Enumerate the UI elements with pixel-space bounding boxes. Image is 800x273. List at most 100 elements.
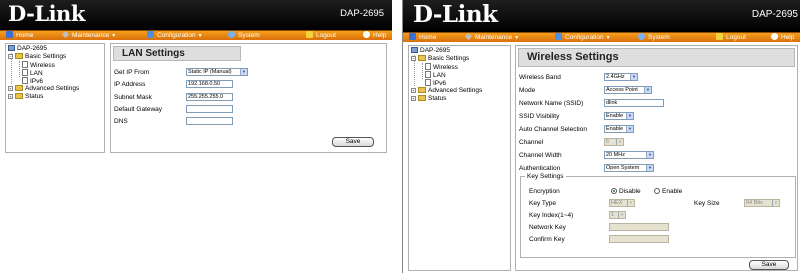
default-gateway-input[interactable] (186, 105, 233, 113)
page-title: LAN Settings (113, 46, 241, 61)
menu-help[interactable]: Help (771, 33, 794, 43)
expand-icon: + (411, 96, 416, 101)
encryption-enable-radio[interactable]: Enable (654, 187, 682, 196)
page-icon (425, 63, 431, 70)
tree-item-root[interactable]: DAP-2695 (8, 45, 47, 53)
menu-maintenance[interactable]: Maintenance ▼ (465, 33, 519, 43)
tree-line (19, 61, 20, 77)
menu-configuration[interactable]: Configuration ▼ (147, 31, 203, 41)
save-button[interactable]: Save (332, 137, 374, 147)
system-icon (228, 31, 235, 38)
key-type-select[interactable]: HEX ▼ (609, 199, 635, 207)
header-bar: D-Link DAP-2695 (403, 0, 800, 32)
lan-settings-window: D-Link DAP-2695 Home Maintenance ▼ Config… (0, 0, 392, 158)
navigation-tree: DAP-2695 − Basic Settings Wireless LAN IP… (408, 45, 511, 271)
folder-icon (418, 95, 426, 101)
device-icon (8, 45, 15, 51)
get-ip-label: Get IP From (114, 69, 150, 76)
menu-system[interactable]: System (638, 33, 670, 43)
help-icon (771, 33, 778, 40)
chevron-down-icon: ▼ (626, 126, 633, 132)
chevron-down-icon: ▼ (646, 152, 653, 158)
default-gateway-label: Default Gateway (114, 106, 163, 113)
auto-channel-select[interactable]: Enable ▼ (604, 125, 634, 133)
menu-logout[interactable]: Logout (306, 31, 336, 41)
tree-item-status[interactable]: + Status (8, 93, 43, 101)
channel-width-select[interactable]: 20 MHz ▼ (604, 151, 654, 159)
ssid-visibility-select[interactable]: Enable ▼ (604, 112, 634, 120)
key-index-select[interactable]: 1 ▼ (609, 211, 626, 219)
tree-item-advanced-settings[interactable]: + Advanced Settings (411, 87, 482, 95)
chevron-down-icon: ▼ (627, 200, 634, 206)
chevron-down-icon: ▼ (646, 165, 653, 171)
expand-icon: + (8, 86, 13, 91)
dropdown-arrow-icon: ▼ (605, 35, 611, 41)
wireless-settings-content: Wireless Settings Wireless Band 2.4GHz ▼ … (515, 45, 798, 271)
dns-input[interactable] (186, 117, 233, 125)
chevron-down-icon: ▼ (616, 139, 623, 145)
tree-item-basic-settings[interactable]: − Basic Settings (411, 55, 469, 63)
subnet-mask-input[interactable]: 255.255.255.0 (186, 93, 233, 101)
logout-icon (306, 31, 313, 38)
ip-address-input[interactable]: 192.168.0.50 (186, 80, 233, 88)
home-icon (6, 31, 13, 38)
page-icon (22, 69, 28, 76)
device-icon (411, 47, 418, 53)
menu-system[interactable]: System (228, 31, 260, 41)
dropdown-arrow-icon: ▼ (197, 33, 203, 39)
subnet-mask-label: Subnet Mask (114, 94, 152, 101)
menu-configuration[interactable]: Configuration ▼ (555, 33, 611, 43)
model-name: DAP-2695 (340, 8, 384, 19)
authentication-select[interactable]: Open System ▼ (604, 164, 654, 172)
dlink-logo: D-Link (413, 1, 498, 28)
encryption-disable-radio[interactable]: Disable (611, 187, 641, 196)
save-button[interactable]: Save (749, 260, 789, 270)
auto-channel-label: Auto Channel Selection (519, 126, 587, 133)
menu-bar: Home Maintenance ▼ Configuration ▼ System … (403, 32, 800, 42)
menu-logout[interactable]: Logout (716, 33, 746, 43)
network-key-label: Network Key (529, 224, 566, 231)
key-size-select[interactable]: 64 Bits ▼ (744, 199, 780, 207)
configuration-icon (147, 31, 154, 38)
menu-home[interactable]: Home (409, 33, 436, 43)
page-icon (22, 77, 28, 84)
get-ip-select[interactable]: Static IP (Manual) ▼ (186, 68, 248, 76)
folder-icon (15, 85, 23, 91)
page-title: Wireless Settings (518, 48, 795, 67)
network-key-input[interactable] (609, 223, 669, 231)
wireless-band-select[interactable]: 2.4GHz ▼ (604, 73, 638, 81)
ssid-label: Network Name (SSID) (519, 100, 584, 107)
mode-select[interactable]: Access Point ▼ (604, 86, 652, 94)
radio-selected-icon (611, 188, 617, 194)
menu-home[interactable]: Home (6, 31, 33, 41)
ip-address-label: IP Address (114, 81, 146, 88)
channel-select[interactable]: 6 ▼ (604, 138, 624, 146)
tree-item-root[interactable]: DAP-2695 (411, 47, 450, 55)
navigation-tree: DAP-2695 − Basic Settings Wireless LAN IP… (5, 43, 105, 153)
menu-bar: Home Maintenance ▼ Configuration ▼ System … (0, 30, 392, 40)
wrench-icon (62, 31, 69, 38)
chevron-down-icon: ▼ (240, 69, 247, 75)
collapse-icon: − (411, 56, 416, 61)
system-icon (638, 33, 645, 40)
folder-icon (418, 87, 426, 93)
chevron-down-icon: ▼ (630, 74, 637, 80)
tree-item-basic-settings[interactable]: − Basic Settings (8, 53, 66, 61)
key-settings-legend: Key Settings (525, 173, 566, 180)
header-bar: D-Link DAP-2695 (0, 0, 392, 30)
ssid-input[interactable]: dlink (604, 99, 664, 107)
chevron-down-icon: ▼ (772, 200, 779, 206)
help-icon (363, 31, 370, 38)
confirm-key-input[interactable] (609, 235, 669, 243)
tree-line (422, 63, 423, 79)
key-size-label: Key Size (694, 200, 720, 207)
chevron-down-icon: ▼ (618, 212, 625, 218)
tree-item-status[interactable]: + Status (411, 95, 446, 103)
tree-item-advanced-settings[interactable]: + Advanced Settings (8, 85, 79, 93)
radio-unselected-icon (654, 188, 660, 194)
menu-maintenance[interactable]: Maintenance ▼ (62, 31, 116, 41)
wireless-settings-window: D-Link DAP-2695 Home Maintenance ▼ Config… (402, 0, 800, 273)
menu-help[interactable]: Help (363, 31, 386, 41)
collapse-icon: − (8, 54, 13, 59)
page-icon (425, 79, 431, 86)
